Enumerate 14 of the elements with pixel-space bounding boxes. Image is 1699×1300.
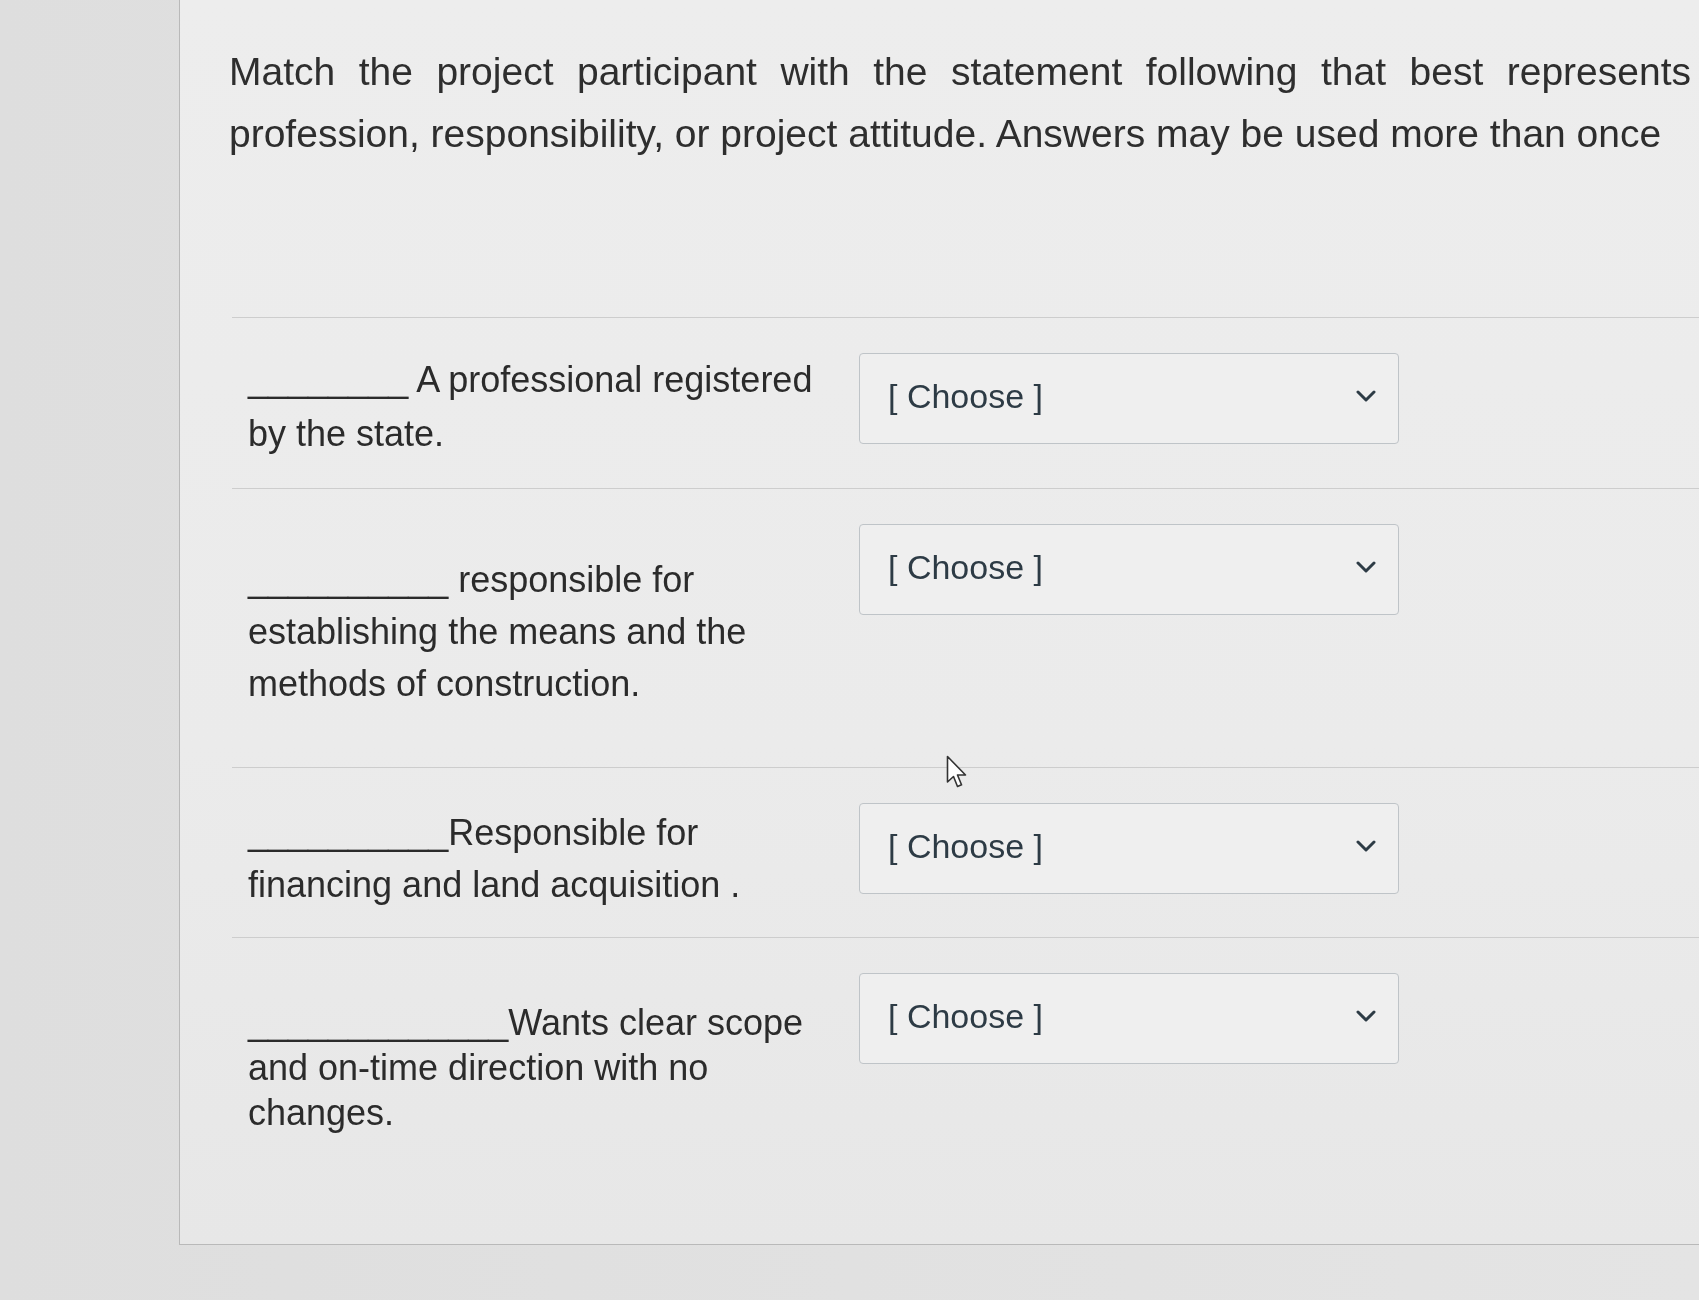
- choose-dropdown[interactable]: [ Choose ]: [859, 973, 1399, 1064]
- chevron-down-icon: [1356, 840, 1376, 852]
- choose-dropdown[interactable]: [ Choose ]: [859, 803, 1399, 894]
- chevron-down-icon: [1356, 1010, 1376, 1022]
- chevron-down-icon: [1356, 390, 1376, 402]
- question-text: Match the project participant with the statement following that best represents profession, responsibility, or project attitude. Answers may be used more than once: [229, 49, 1691, 157]
- choose-dropdown[interactable]: [ Choose ]: [859, 524, 1399, 615]
- prompt-text: _____________Wants clear scope and on-time direction with no changes.: [248, 1001, 805, 1135]
- prompt-text: __________Responsible for financing and land acquisition .: [248, 811, 742, 907]
- cursor-icon: [946, 755, 968, 789]
- choose-dropdown[interactable]: [ Choose ]: [859, 353, 1399, 444]
- chevron-down-icon: [1356, 561, 1376, 573]
- prompt-text: __________ responsible for establishing the means and the methods of construction.: [248, 558, 748, 706]
- prompt-text: ________ A professional registered by the state.: [248, 358, 814, 456]
